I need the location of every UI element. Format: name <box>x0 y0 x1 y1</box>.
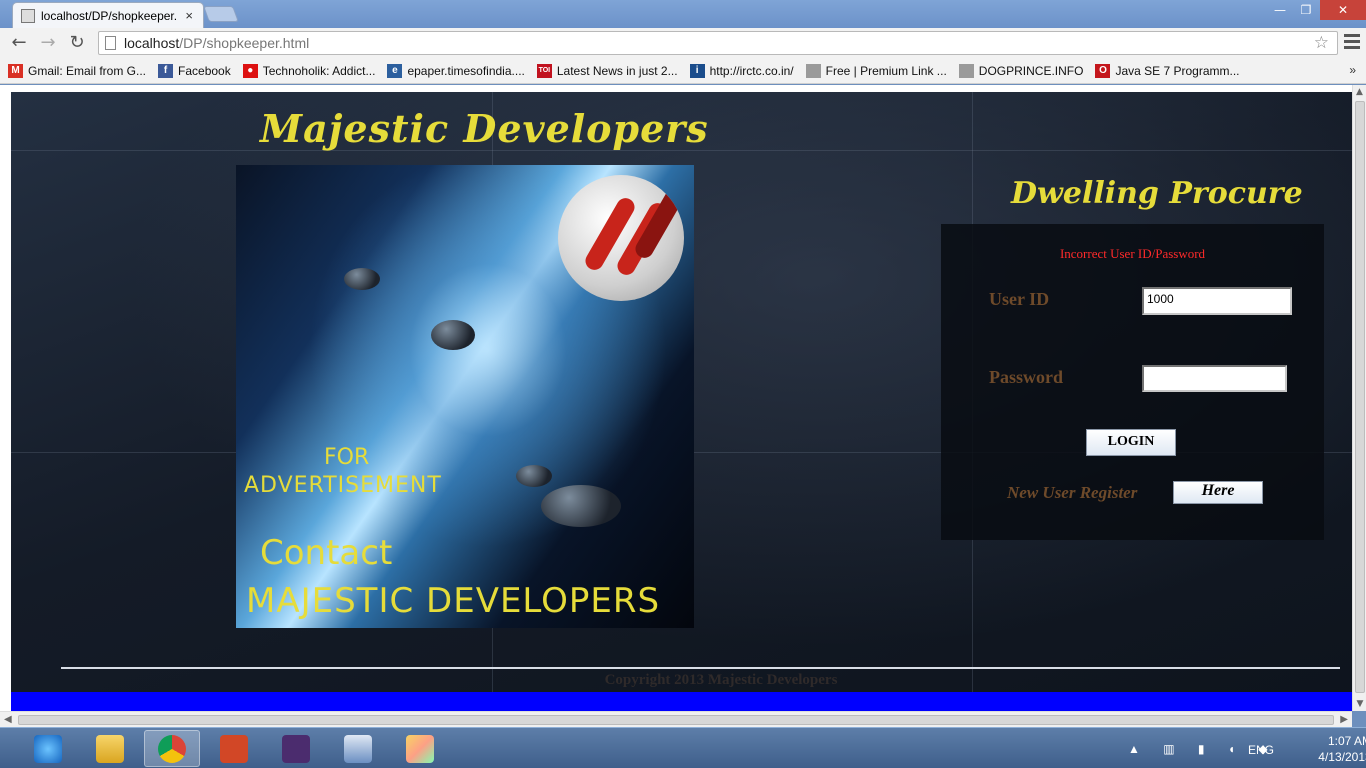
reload-icon[interactable]: ↻ <box>66 32 88 54</box>
vertical-scroll-thumb[interactable] <box>1355 101 1365 693</box>
back-arrow-icon[interactable]: ← <box>8 32 30 54</box>
scroll-left-icon[interactable]: ◀ <box>4 714 12 725</box>
bookmark-label: http://irctc.co.in/ <box>709 63 794 78</box>
new-tab-button[interactable] <box>203 6 239 22</box>
ad-advertisement-text: ADVERTISEMENT <box>244 473 442 498</box>
user-id-input[interactable]: 1000 <box>1142 287 1292 315</box>
planet-icon <box>541 485 621 527</box>
browser-tab[interactable]: localhost/DP/shopkeeper. × <box>12 2 204 28</box>
footer-divider <box>61 667 1340 669</box>
bookmark-item[interactable]: TOI Latest News in just 2... <box>536 63 678 78</box>
epaper-icon: e <box>387 63 403 78</box>
file-explorer-icon[interactable] <box>82 730 138 767</box>
bookmarks-overflow-icon[interactable]: » <box>1349 63 1356 77</box>
bookmark-item[interactable]: ● Technoholik: Addict... <box>242 63 376 78</box>
new-user-register-label: New User Register <box>1007 483 1138 502</box>
gmail-icon: M <box>8 63 23 78</box>
planet-icon <box>431 320 475 350</box>
footer-bar <box>11 692 1352 711</box>
page-viewport: Majestic Developers FOR ADVERTISEMENT Co… <box>0 85 1352 711</box>
bookmarks-bar: M Gmail: Email from G... f Facebook ● Technoh… <box>0 58 1366 84</box>
scroll-right-icon[interactable]: ▶ <box>1340 714 1348 725</box>
bookmark-item[interactable]: e epaper.timesofindia.... <box>387 63 525 78</box>
ad-majestic-text: MAJESTIC DEVELOPERS <box>246 581 661 621</box>
register-here-button[interactable]: Here <box>1173 481 1263 504</box>
bookmark-label: Facebook <box>178 63 231 78</box>
close-window-button[interactable]: ✕ <box>1320 0 1366 20</box>
ad-for-text: FOR <box>324 445 370 470</box>
windows-taskbar: ▲ ▥ ▮ ◖ ◆ ENG 1:07 AM 4/13/2013 <box>0 727 1366 768</box>
copyright-text: Copyright 2013 Majestic Developers <box>604 672 838 688</box>
advertisement-banner[interactable]: FOR ADVERTISEMENT Contact MAJESTIC DEVEL… <box>236 165 694 628</box>
technoholik-icon: ● <box>242 63 258 78</box>
url-path: /DP/shopkeeper.html <box>179 35 310 51</box>
tab-title: localhost/DP/shopkeeper. <box>41 8 178 23</box>
page-icon <box>105 36 116 50</box>
bookmark-item[interactable]: f Facebook <box>158 63 231 78</box>
page-icon <box>805 63 821 78</box>
bookmark-label: Java SE 7 Programm... <box>1115 63 1240 78</box>
chrome-icon[interactable] <box>144 730 200 767</box>
bookmark-item[interactable]: O Java SE 7 Programm... <box>1095 63 1240 78</box>
user-id-label: User ID <box>989 289 1050 309</box>
login-form: Incorrect User ID/Password User ID 1000 … <box>941 224 1324 540</box>
scroll-up-icon[interactable]: ▲ <box>1353 85 1366 99</box>
login-button[interactable]: LOGIN <box>1086 429 1176 456</box>
installer-icon[interactable] <box>330 730 386 767</box>
bookmark-item[interactable]: M Gmail: Email from G... <box>8 63 147 78</box>
majestic-logo-icon <box>558 175 684 301</box>
planet-icon <box>344 268 380 290</box>
clock-date[interactable]: 4/13/2013 <box>1310 750 1366 764</box>
bookmark-item[interactable]: i http://irctc.co.in/ <box>689 63 794 78</box>
minimize-window-button[interactable]: — <box>1268 0 1292 20</box>
ad-contact-text: Contact <box>260 533 393 573</box>
facebook-icon: f <box>158 63 174 78</box>
scroll-down-icon[interactable]: ▼ <box>1353 697 1366 711</box>
bookmark-item[interactable]: Free | Premium Link ... <box>805 63 947 78</box>
horizontal-scrollbar[interactable]: ◀ ▶ <box>0 711 1352 727</box>
powerpoint-icon[interactable] <box>206 730 262 767</box>
bookmark-label: Free | Premium Link ... <box>825 63 947 78</box>
password-input[interactable] <box>1142 365 1287 392</box>
horizontal-scroll-thumb[interactable] <box>18 715 1334 725</box>
forward-arrow-icon[interactable]: → <box>37 32 59 54</box>
restore-window-button[interactable]: ❐ <box>1294 0 1318 20</box>
planet-icon <box>516 465 552 487</box>
java-ee-ide-icon[interactable] <box>268 730 324 767</box>
chrome-menu-icon[interactable] <box>1344 34 1360 52</box>
error-message: Incorrect User ID/Password <box>1059 246 1206 261</box>
site-body: Majestic Developers FOR ADVERTISEMENT Co… <box>11 92 1352 711</box>
page-favicon-icon <box>21 8 35 23</box>
bookmark-label: Technoholik: Addict... <box>262 63 376 78</box>
oracle-icon: O <box>1095 63 1111 78</box>
browser-titlebar: localhost/DP/shopkeeper. × — ❐ ✕ <box>0 0 1366 28</box>
language-indicator[interactable]: ENG <box>1248 743 1274 757</box>
browser-toolbar: ← → ↻ localhost /DP/shopkeeper.html ☆ <box>0 28 1366 58</box>
login-section-title: Dwelling Procure <box>1011 176 1303 211</box>
tab-close-icon[interactable]: × <box>185 8 193 23</box>
toi-icon: TOI <box>536 63 552 78</box>
bookmark-label: Latest News in just 2... <box>556 63 678 78</box>
bookmark-label: epaper.timesofindia.... <box>407 63 525 78</box>
bookmark-star-icon[interactable]: ☆ <box>1314 33 1329 53</box>
bookmark-item[interactable]: DOGPRINCE.INFO <box>958 63 1084 78</box>
internet-explorer-icon[interactable] <box>20 730 76 767</box>
site-brand-title: Majestic Developers <box>260 106 709 151</box>
bookmark-label: DOGPRINCE.INFO <box>978 63 1084 78</box>
page-icon <box>958 63 974 78</box>
url-host: localhost <box>124 35 180 51</box>
bookmark-label: Gmail: Email from G... <box>28 63 147 78</box>
irctc-icon: i <box>689 63 705 78</box>
clock-time[interactable]: 1:07 AM <box>1320 734 1366 748</box>
paint-icon[interactable] <box>392 730 448 767</box>
address-bar[interactable]: localhost /DP/shopkeeper.html ☆ <box>98 31 1338 55</box>
password-label: Password <box>989 367 1064 387</box>
vertical-scrollbar[interactable]: ▲ ▼ <box>1352 85 1366 711</box>
